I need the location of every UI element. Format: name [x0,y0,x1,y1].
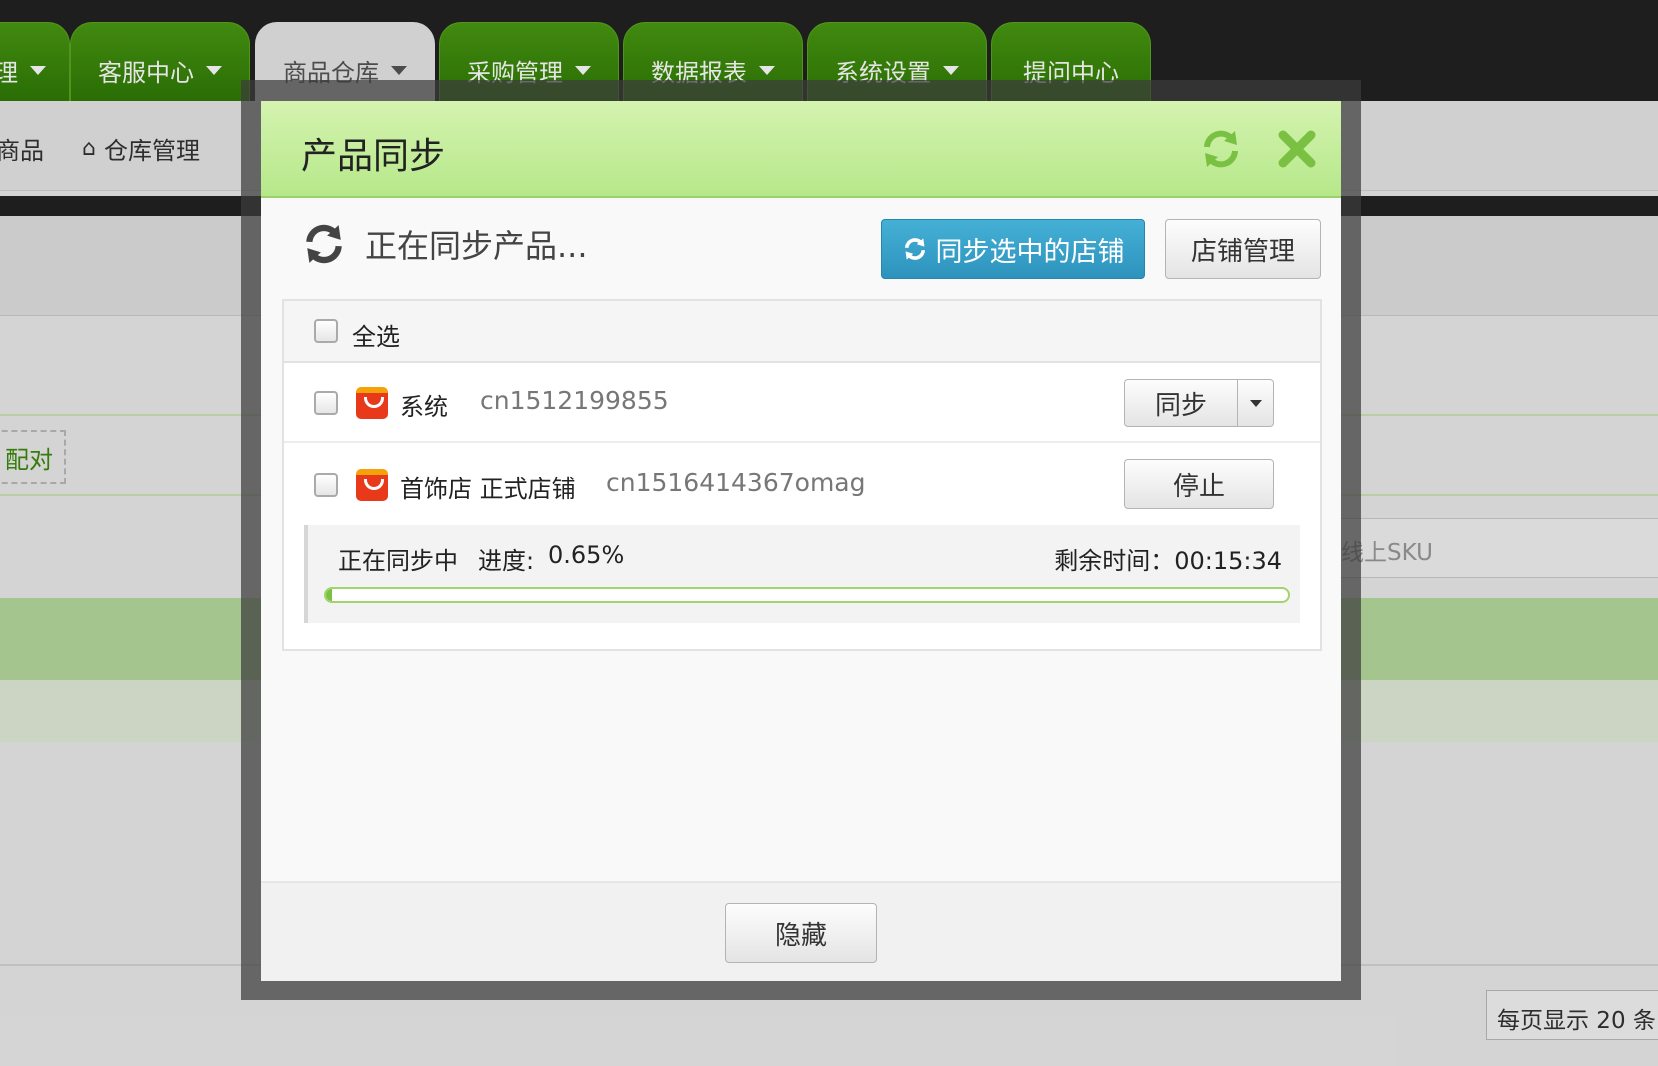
product-sync-modal: 产品同步 正在同步产品... 同步选中的店铺 店铺管理 全选 系统 cn1512… [261,101,1341,981]
progress-percent: 0.65% [548,541,625,569]
shop-logo-icon [356,387,388,419]
select-all-checkbox[interactable] [314,319,338,343]
stop-button[interactable]: 停止 [1124,459,1274,509]
shop-manage-button[interactable]: 店铺管理 [1165,219,1321,279]
sync-status: 正在同步产品... [301,221,588,267]
shop-row: 系统 cn1512199855 同步 [284,363,1320,443]
close-icon[interactable] [1275,127,1319,171]
shop-checkbox[interactable] [314,391,338,415]
hide-button[interactable]: 隐藏 [725,903,877,963]
sync-spinner-icon [306,224,342,264]
chevron-down-icon[interactable] [1237,380,1273,426]
select-all-label: 全选 [352,323,400,351]
sync-status-text: 正在同步产品... [365,227,588,265]
shop-manage-label: 店铺管理 [1190,236,1295,267]
hide-button-label: 隐藏 [774,920,827,951]
sync-split-button[interactable]: 同步 [1124,379,1274,427]
progress-bar [324,587,1290,603]
shop-id: cn1512199855 [480,386,669,415]
sync-button-label: 同步 [1154,390,1207,421]
remaining-time: 剩余时间：00:15:34 [1054,547,1282,575]
refresh-icon[interactable] [1199,127,1243,171]
shop-id: cn1516414367omag [606,468,866,497]
progress-state: 正在同步中 [338,547,458,575]
shop-logo-icon [356,469,388,501]
modal-footer: 隐藏 [261,881,1341,981]
stop-button-label: 停止 [1172,471,1225,502]
shop-name: 首饰店 正式店铺 [400,475,576,503]
select-all-row: 全选 [284,301,1320,363]
shop-list: 全选 系统 cn1512199855 同步 首饰店 正式店铺 cn1516414… [282,299,1322,651]
sync-progress-panel: 正在同步中 进度: 0.65% 剩余时间：00:15:34 [304,525,1300,623]
sync-selected-shops-button[interactable]: 同步选中的店铺 [881,219,1145,279]
refresh-icon [904,238,925,260]
shop-checkbox[interactable] [314,473,338,497]
sync-selected-label: 同步选中的店铺 [935,236,1125,268]
shop-name: 系统 [400,393,448,421]
modal-header: 产品同步 [261,101,1341,198]
shop-row: 首饰店 正式店铺 cn1516414367omag 停止 正在同步中 进度: 0… [284,445,1320,645]
progress-label: 进度: [478,547,535,575]
progress-bar-fill [326,589,333,601]
modal-title: 产品同步 [301,136,446,177]
